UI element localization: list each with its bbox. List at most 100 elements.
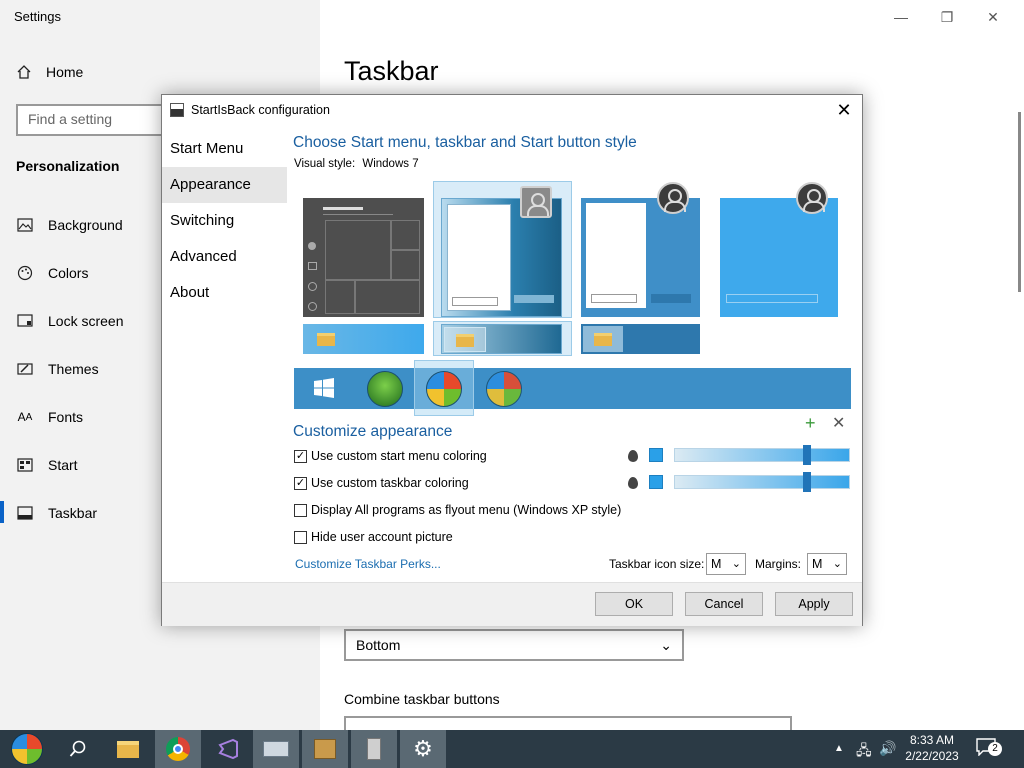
slider-knob[interactable] (803, 445, 811, 465)
customize-taskbar-perks-link[interactable]: Customize Taskbar Perks... (295, 557, 441, 571)
apply-button[interactable]: Apply (775, 592, 853, 616)
chevron-down-icon: ⌄ (660, 637, 672, 653)
dialog-tabs: Start Menu Appearance Switching Advanced… (162, 131, 287, 311)
checkbox-custom-start-coloring[interactable]: ✓ (294, 449, 307, 463)
checkbox-custom-taskbar-coloring[interactable]: ✓ (294, 476, 307, 490)
taskbar-preview-2[interactable] (441, 324, 562, 354)
option-custom-start-coloring[interactable]: ✓ Use custom start menu coloring (294, 449, 487, 463)
package-icon[interactable] (302, 730, 348, 768)
option-flyout-menu[interactable]: Display All programs as flyout menu (Win… (294, 503, 621, 517)
notification-count-badge: 2 (988, 742, 1002, 756)
checkbox-flyout-menu[interactable] (294, 503, 307, 517)
style-preview-flat-blue[interactable] (720, 198, 838, 317)
icon-size-label: Taskbar icon size: (609, 557, 705, 571)
taskbar-icon (16, 505, 34, 521)
option-hide-account-picture[interactable]: Hide user account picture (294, 530, 453, 544)
minimize-icon[interactable]: — (878, 4, 924, 30)
checkbox-hide-account-picture[interactable] (294, 530, 307, 544)
tab-about[interactable]: About (162, 275, 287, 311)
remove-icon[interactable]: ✕ (832, 413, 845, 433)
nav-taskbar[interactable]: Taskbar (16, 501, 97, 525)
lock-screen-icon (16, 313, 34, 329)
taskbar-color-slider[interactable] (674, 472, 850, 492)
nav-colors[interactable]: Colors (16, 261, 88, 285)
start-color-swatch[interactable] (649, 448, 663, 462)
nav-start-label: Start (48, 457, 78, 473)
page-title: Taskbar (344, 56, 439, 86)
option-label: Display All programs as flyout menu (Win… (311, 503, 622, 517)
nav-themes[interactable]: Themes (16, 357, 99, 381)
home-icon (17, 65, 31, 79)
taskbar-position-value: Bottom (356, 637, 401, 653)
style-preview-windows10[interactable] (303, 198, 424, 317)
combine-buttons-dropdown[interactable] (344, 716, 792, 730)
margins-select[interactable]: M ⌄ (807, 553, 847, 575)
clock-date: 2/22/2023 (905, 749, 959, 763)
settings-gear-icon[interactable]: ⚙ (400, 730, 446, 768)
option-label: Use custom start menu coloring (311, 449, 487, 463)
windows10-logo-icon[interactable] (314, 378, 334, 398)
customize-heading: Customize appearance (293, 423, 453, 440)
keyboard-icon[interactable] (253, 730, 299, 768)
option-label: Use custom taskbar coloring (311, 476, 469, 490)
dialog-titlebar: StartIsBack configuration ✕ (162, 95, 862, 125)
file-explorer-icon[interactable] (105, 730, 151, 768)
start-color-slider[interactable] (674, 445, 850, 465)
tab-start-menu[interactable]: Start Menu (162, 131, 287, 167)
volume-icon[interactable]: 🔊 (879, 740, 896, 757)
add-icon[interactable]: + (805, 413, 816, 434)
nav-lock-screen[interactable]: Lock screen (16, 309, 123, 333)
nav-themes-label: Themes (48, 361, 99, 377)
nav-background-label: Background (48, 217, 123, 233)
icon-size-select[interactable]: M ⌄ (706, 553, 746, 575)
taskbar-preview-1[interactable] (303, 324, 424, 354)
cancel-button[interactable]: Cancel (685, 592, 763, 616)
style-heading: Choose Start menu, taskbar and Start but… (293, 134, 637, 151)
chevron-up-icon[interactable]: ▲ (834, 743, 844, 754)
close-icon[interactable]: ✕ (832, 98, 856, 122)
scrollbar[interactable] (1018, 112, 1021, 292)
dialog-title: StartIsBack configuration (191, 103, 330, 117)
nav-fonts[interactable]: AA Fonts (16, 405, 83, 429)
picture-icon (16, 217, 34, 233)
themes-icon (16, 361, 34, 377)
active-nav-indicator (0, 501, 4, 523)
clock[interactable]: 8:33 AM 2/22/2023 (900, 732, 964, 764)
taskbar-preview-3[interactable] (581, 324, 700, 354)
clock-time: 8:33 AM (909, 733, 955, 747)
clover-orb-icon[interactable] (367, 371, 403, 407)
taskbar-color-swatch[interactable] (649, 475, 663, 489)
nav-start[interactable]: Start (16, 453, 78, 477)
chrome-icon[interactable] (155, 730, 201, 768)
close-window-icon[interactable]: ✕ (970, 4, 1016, 30)
tab-appearance[interactable]: Appearance (162, 167, 287, 203)
search-icon[interactable] (55, 730, 101, 768)
slider-knob[interactable] (803, 472, 811, 492)
server-icon[interactable] (351, 730, 397, 768)
avatar (657, 182, 689, 214)
tab-switching[interactable]: Switching (162, 203, 287, 239)
nav-lock-screen-label: Lock screen (48, 313, 124, 329)
nav-background[interactable]: Background (16, 213, 123, 237)
taskbar-position-dropdown[interactable]: Bottom ⌄ (344, 629, 684, 661)
margins-label: Margins: (755, 557, 802, 571)
windows7-orb-icon[interactable] (426, 371, 462, 407)
restore-icon[interactable]: ❐ (924, 4, 970, 30)
home-nav-item[interactable]: Home (16, 64, 83, 80)
style-preview-classic-blue[interactable] (581, 198, 700, 317)
folder-icon (456, 334, 474, 347)
chevron-down-icon: ⌄ (731, 558, 741, 570)
avatar (520, 186, 552, 218)
nav-fonts-label: Fonts (48, 409, 84, 425)
option-custom-taskbar-coloring[interactable]: ✓ Use custom taskbar coloring (294, 476, 469, 490)
start-orb-icon[interactable] (4, 730, 50, 768)
visual-studio-icon[interactable] (205, 730, 251, 768)
window-controls: — ❐ ✕ (878, 4, 1016, 30)
windows-vista-orb-icon[interactable] (486, 371, 522, 407)
windows-taskbar: ⚙ ▲ 🖧 🔊 8:33 AM 2/22/2023 (0, 730, 1024, 768)
dialog-footer: OK Cancel Apply (162, 582, 862, 626)
visual-style-label: Visual style: (294, 158, 356, 170)
network-icon[interactable]: 🖧 (856, 740, 872, 764)
tab-advanced[interactable]: Advanced (162, 239, 287, 275)
ok-button[interactable]: OK (595, 592, 673, 616)
